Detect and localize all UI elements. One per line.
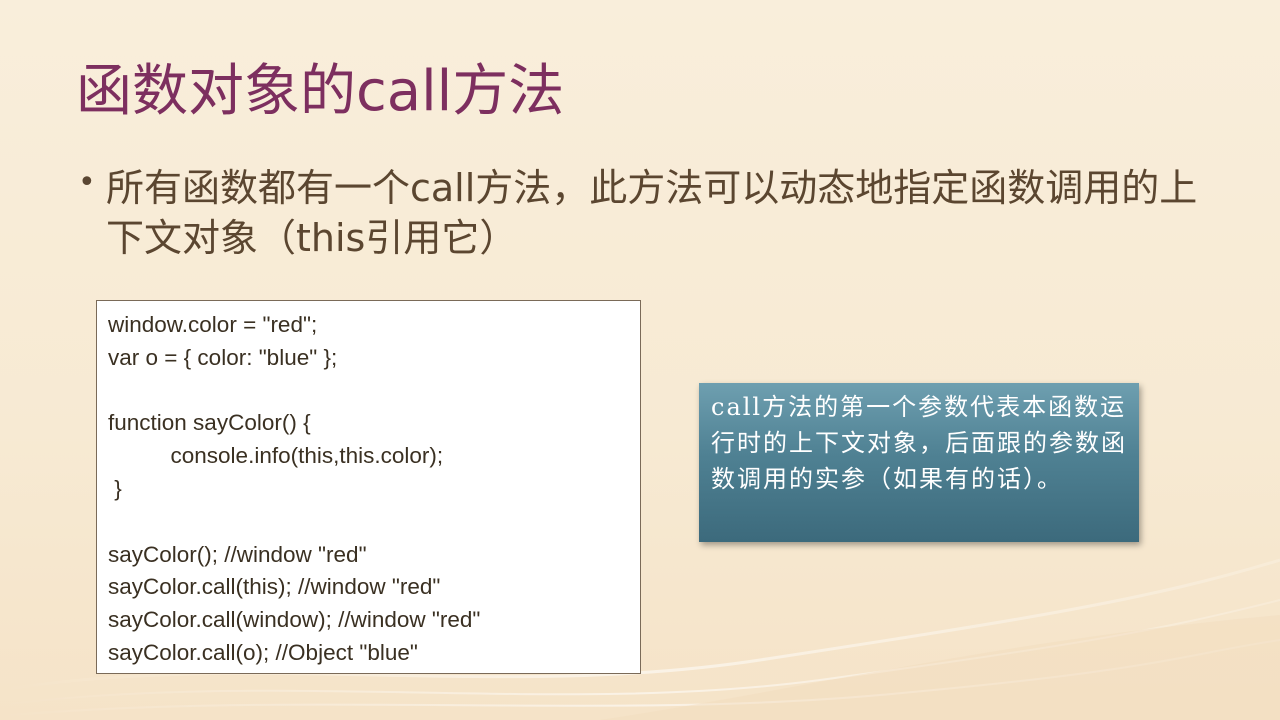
code-line: var o = { color: "blue" }; — [108, 344, 338, 370]
code-line: window.color = "red"; — [108, 312, 318, 337]
code-line: sayColor.call(this); //window "red" — [108, 574, 441, 600]
code-line: sayColor.call(window); //window "red" — [108, 607, 481, 633]
code-line: sayColor.call(o); //Object "blue" — [108, 639, 418, 665]
bullet-dot-icon: • — [78, 165, 96, 200]
code-line: } — [108, 475, 122, 501]
code-line: console.info(this,this.color); — [108, 443, 444, 469]
code-block: window.color = "red"; var o = { color: "… — [96, 300, 641, 674]
slide-title: 函数对象的call方法 — [76, 59, 565, 124]
slide: 函数对象的call方法 • 所有函数都有一个call方法，此方法可以动态地指定函… — [0, 0, 1280, 720]
bullet-text: 所有函数都有一个call方法，此方法可以动态地指定函数调用的上下文对象（this… — [106, 166, 1198, 260]
callout-note: call方法的第一个参数代表本函数运行时的上下文对象，后面跟的参数函数调用的实参… — [699, 383, 1139, 542]
code-line: function sayColor() { — [108, 410, 311, 436]
code-line: sayColor(); //window "red" — [108, 541, 367, 567]
